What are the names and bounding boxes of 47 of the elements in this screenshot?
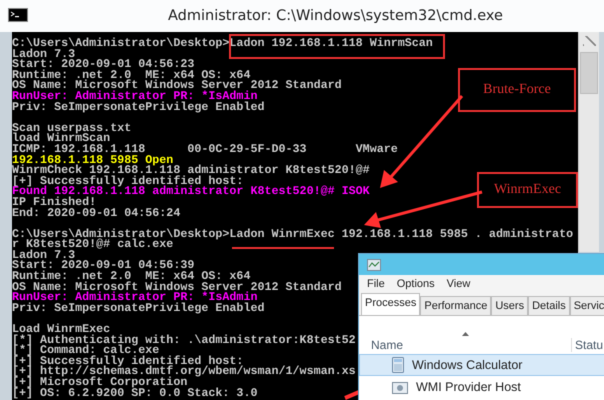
- tab[interactable]: Servic: [570, 296, 604, 315]
- console-line: Runtime: .net 2.0 ME: x64 OS: x64: [12, 271, 250, 282]
- console-line: Ladon 7.3: [12, 250, 76, 260]
- console-line: [+] OS: 6.2.9200 SP: 0.0 Stack: 3.0: [12, 388, 258, 398]
- window-title: Administrator: C:\Windows\system32\cmd.exe: [168, 8, 503, 24]
- console-line: Runtime: .net 2.0 ME: x64 OS: x64: [12, 70, 250, 80]
- scrollbar[interactable]: [578, 32, 599, 252]
- process-row[interactable]: WMI Provider Host: [359, 376, 604, 398]
- console-line: [+] Microsoft Corporation: [12, 377, 188, 388]
- tab[interactable]: Users: [491, 296, 528, 315]
- scrollbar-thumb[interactable]: [580, 52, 598, 94]
- console-line: load WinrmScan: [12, 133, 110, 144]
- console-line: IP Finished!: [12, 196, 96, 208]
- console-line: [+] Successfully identified host:: [12, 176, 244, 186]
- tab[interactable]: Processes: [361, 293, 420, 315]
- column-header[interactable]: Name: [371, 338, 571, 352]
- console-line: r K8test520!@# calc.exe: [12, 239, 174, 250]
- console-line: OS Name: Microsoft Windows Server 2012 Standard: [12, 80, 342, 91]
- chart-icon: [367, 258, 381, 270]
- callout-label: WinrmExec: [477, 172, 578, 208]
- console-line: Start: 2020-09-01 04:56:23: [12, 59, 194, 70]
- console-line: WinrmCheck 192.168.1.118 administrator K8test520!@#: [12, 165, 370, 176]
- process-row[interactable]: Windows Calculator: [359, 354, 604, 376]
- tab[interactable]: Performance: [420, 296, 492, 315]
- column-header[interactable]: Statu: [571, 338, 604, 352]
- console-line: Scan userpass.txt: [12, 122, 132, 134]
- console-line: Priv: SeImpersonatePrivilege Enabled: [12, 302, 264, 314]
- console-line: C:\Users\Administrator\Desktop>Ladon WinrmExec 192.168.1.118 5985 . administrato: [12, 228, 574, 240]
- tab[interactable]: Details: [528, 296, 570, 315]
- console-line: End: 2020-09-01 04:56:24: [12, 208, 180, 218]
- sort-caret-icon[interactable]: [462, 332, 469, 336]
- menu-item[interactable]: File: [367, 278, 385, 290]
- callout-label: Brute-Force: [458, 68, 576, 112]
- console-line: Ladon 7.3: [12, 48, 76, 60]
- console-line: RunUser: Administrator PR: *IsAdmin: [12, 292, 258, 303]
- console-line: 192.168.1.118 5985 Open: [12, 154, 174, 166]
- console-line: OS Name: Microsoft Windows Server 2012 Standard: [12, 282, 342, 292]
- console-line: Priv: SeImpersonatePrivilege Enabled: [12, 102, 264, 112]
- console-line: RunUser: Administrator PR: *IsAdmin: [12, 90, 258, 102]
- console-line: Found 192.168.1.118 administrator K8test520!@# ISOK: [12, 186, 370, 197]
- console-line: Start: 2020-09-01 04:56:39: [12, 260, 194, 272]
- console-line: Load WinrmExec: [12, 324, 110, 335]
- command-prompt-icon: [8, 8, 28, 22]
- menu-item[interactable]: View: [446, 278, 470, 290]
- console-line: ICMP: 192.168.1.118 00-0C-29-5F-D0-33 VMware: [12, 144, 398, 155]
- calculator-icon: [392, 357, 404, 373]
- menu-item[interactable]: Options: [396, 278, 435, 290]
